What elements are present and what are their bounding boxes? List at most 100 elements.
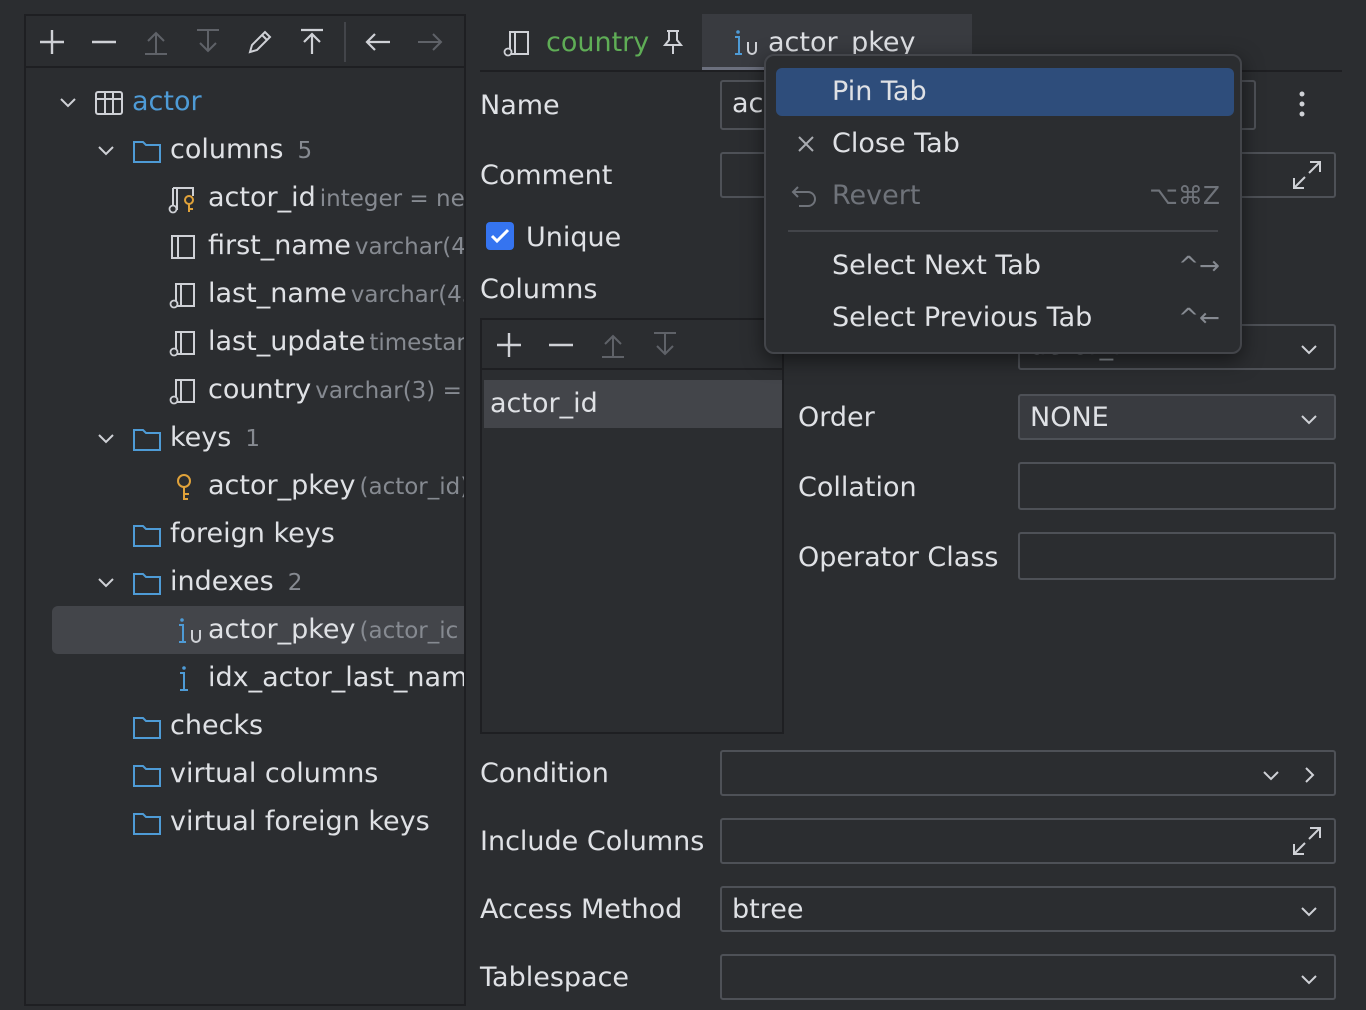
operator-class-field[interactable] bbox=[1018, 532, 1336, 580]
tree-label: keys bbox=[170, 422, 231, 453]
more-options-icon[interactable] bbox=[1290, 88, 1314, 120]
tree-node-columns[interactable]: columns 5 bbox=[26, 126, 466, 174]
back-arrow-icon[interactable] bbox=[362, 26, 394, 58]
tree-label: actor_pkey bbox=[208, 614, 356, 645]
menu-shortcut: ^→ bbox=[1178, 242, 1220, 290]
key-icon bbox=[172, 472, 202, 502]
forward-arrow-icon[interactable] bbox=[414, 26, 446, 58]
operator-class-label: Operator Class bbox=[798, 542, 998, 573]
list-item[interactable]: actor_id bbox=[484, 380, 782, 428]
chevron-right-icon[interactable] bbox=[1298, 764, 1320, 786]
access-method-select[interactable]: btree bbox=[720, 886, 1336, 932]
add-icon[interactable] bbox=[36, 26, 68, 58]
menu-item-label: Pin Tab bbox=[832, 68, 927, 116]
tree-node-indexes[interactable]: indexes2 bbox=[26, 558, 466, 606]
move-up-icon[interactable] bbox=[598, 330, 628, 360]
menu-item-label: Close Tab bbox=[832, 120, 960, 168]
move-up-icon[interactable] bbox=[140, 26, 172, 58]
revert-icon bbox=[790, 184, 814, 208]
unique-index-icon bbox=[176, 616, 206, 646]
tree-detail: (actor_ic bbox=[360, 618, 459, 644]
columns-label: Columns bbox=[480, 274, 597, 305]
folder-icon bbox=[132, 520, 162, 550]
tab-country[interactable]: country bbox=[502, 14, 692, 70]
tree-node-key-actor-pkey[interactable]: actor_pkey(actor_id) bbox=[26, 462, 466, 510]
add-icon[interactable] bbox=[494, 330, 524, 360]
chevron-down-icon[interactable] bbox=[96, 140, 116, 160]
menu-item-label: Select Previous Tab bbox=[832, 294, 1092, 342]
tree-node-checks[interactable]: checks bbox=[26, 702, 466, 750]
tree-node-column-first-name[interactable]: first_namevarchar(45 bbox=[26, 222, 466, 270]
move-down-icon[interactable] bbox=[192, 26, 224, 58]
tree-node-index-actor-pkey[interactable]: actor_pkey(actor_ic bbox=[52, 606, 466, 654]
tree-count: 1 bbox=[245, 426, 260, 452]
remove-icon[interactable] bbox=[88, 26, 120, 58]
menu-item-revert[interactable]: Revert ⌥⌘Z bbox=[776, 172, 1234, 220]
tree-label: virtual columns bbox=[170, 750, 378, 798]
chevron-down-icon[interactable] bbox=[1260, 764, 1282, 786]
tree-label: first_name bbox=[208, 230, 351, 261]
menu-item-pin-tab[interactable]: Pin Tab bbox=[776, 68, 1234, 116]
tree-node-index-last-name[interactable]: idx_actor_last_name bbox=[26, 654, 466, 702]
chevron-down-icon[interactable] bbox=[58, 92, 78, 112]
table-icon bbox=[94, 88, 124, 118]
condition-label: Condition bbox=[480, 758, 609, 789]
move-top-icon[interactable] bbox=[296, 26, 328, 58]
tablespace-select[interactable] bbox=[720, 954, 1336, 1000]
order-select[interactable]: NONE bbox=[1018, 394, 1336, 440]
expand-icon[interactable] bbox=[1290, 824, 1324, 858]
tree-node-column-actor-id[interactable]: actor_idinteger = nex bbox=[26, 174, 466, 222]
chevron-down-icon[interactable] bbox=[96, 428, 116, 448]
move-down-icon[interactable] bbox=[650, 330, 680, 360]
chevron-down-icon[interactable] bbox=[96, 572, 116, 592]
menu-item-select-previous-tab[interactable]: Select Previous Tab ^← bbox=[776, 294, 1234, 342]
tab-label: country bbox=[546, 14, 649, 72]
menu-separator bbox=[788, 230, 1218, 232]
remove-icon[interactable] bbox=[546, 330, 576, 360]
tab-context-menu: Pin Tab Close Tab Revert ⌥⌘Z Select Next… bbox=[764, 54, 1242, 354]
nullable-column-icon bbox=[168, 328, 198, 358]
tree-label: virtual foreign keys bbox=[170, 798, 430, 846]
tree-node-column-last-update[interactable]: last_updatetimestam bbox=[26, 318, 466, 366]
comment-label: Comment bbox=[480, 160, 612, 191]
tree-node-actor[interactable]: actor bbox=[26, 78, 466, 126]
chevron-down-icon bbox=[1298, 968, 1320, 990]
menu-item-select-next-tab[interactable]: Select Next Tab ^→ bbox=[776, 242, 1234, 290]
columns-toolbar bbox=[482, 320, 782, 370]
tree-node-column-last-name[interactable]: last_namevarchar(45 bbox=[26, 270, 466, 318]
folder-icon bbox=[132, 760, 162, 790]
include-columns-field[interactable] bbox=[720, 818, 1336, 864]
tree-node-keys[interactable]: keys 1 bbox=[26, 414, 466, 462]
condition-field[interactable] bbox=[720, 750, 1336, 796]
column-icon bbox=[168, 232, 198, 262]
tree-count: 5 bbox=[297, 138, 312, 164]
folder-icon bbox=[132, 568, 162, 598]
index-columns-list: actor_id bbox=[480, 318, 784, 734]
tree-node-foreign-keys[interactable]: foreign keys bbox=[26, 510, 466, 558]
tree-node-column-country[interactable]: countryvarchar(3) = ' bbox=[26, 366, 466, 414]
tree-detail: varchar(45 bbox=[351, 282, 466, 308]
tree-label: foreign keys bbox=[170, 510, 335, 558]
unique-index-icon bbox=[732, 28, 762, 58]
edit-icon[interactable] bbox=[244, 26, 276, 58]
tree-label: actor_pkey bbox=[208, 470, 356, 501]
unique-label: Unique bbox=[526, 222, 621, 253]
index-icon bbox=[172, 664, 202, 694]
collation-field[interactable] bbox=[1018, 462, 1336, 510]
pin-icon[interactable] bbox=[660, 28, 686, 56]
tree-label: columns bbox=[170, 134, 283, 165]
tree-detail: timestam bbox=[369, 330, 466, 356]
database-tree-panel: actor columns 5 actor_idinteger = nex fir… bbox=[24, 14, 466, 1006]
tree-node-virtual-columns[interactable]: virtual columns bbox=[26, 750, 466, 798]
unique-checkbox[interactable] bbox=[486, 222, 514, 250]
order-label: Order bbox=[798, 402, 875, 433]
menu-shortcut: ^← bbox=[1178, 294, 1220, 342]
tree-detail: varchar(3) = ' bbox=[315, 378, 466, 404]
tree-label: actor_id bbox=[208, 182, 316, 213]
name-label: Name bbox=[480, 90, 560, 121]
menu-item-close-tab[interactable]: Close Tab bbox=[776, 120, 1234, 168]
tree-toolbar bbox=[26, 16, 464, 68]
tree-count: 2 bbox=[288, 570, 303, 596]
tree-node-virtual-foreign-keys[interactable]: virtual foreign keys bbox=[26, 798, 466, 846]
expand-icon[interactable] bbox=[1290, 158, 1324, 192]
